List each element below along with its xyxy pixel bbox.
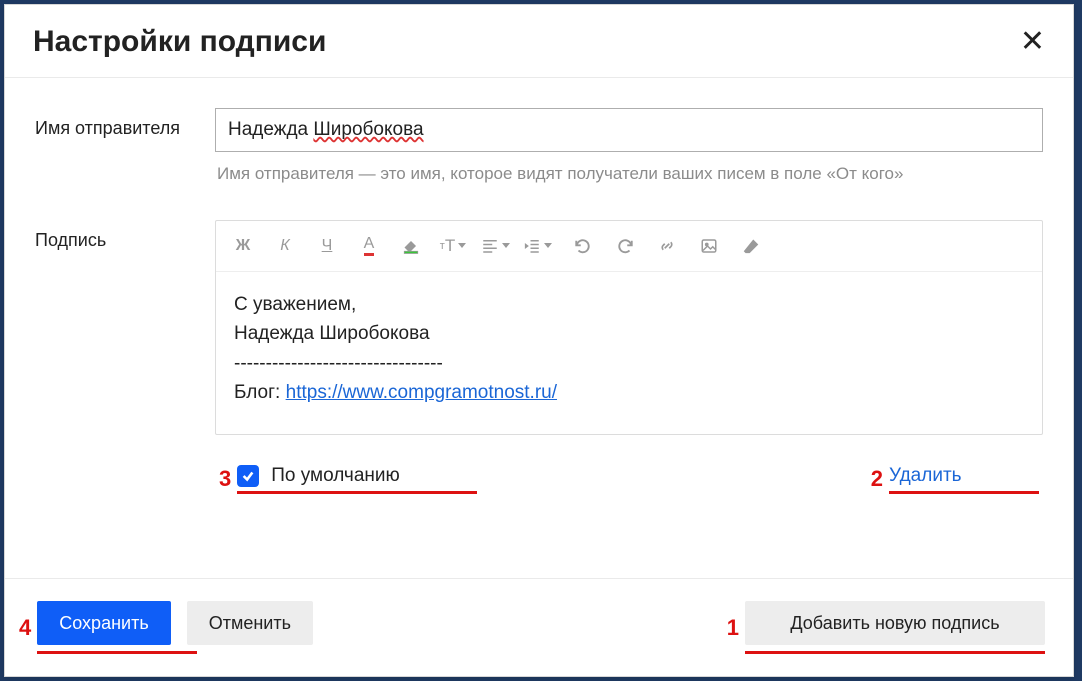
modal-title: Настройки подписи: [33, 25, 326, 59]
add-new-signature-button[interactable]: Добавить новую подпись: [745, 601, 1045, 645]
text-color-icon[interactable]: A: [348, 231, 390, 261]
align-icon[interactable]: [474, 231, 516, 261]
bold-icon[interactable]: Ж: [222, 231, 264, 261]
sender-name-hint: Имя отправителя — это имя, которое видят…: [215, 152, 1043, 210]
signature-blog-label: Блог:: [234, 382, 280, 403]
save-button[interactable]: Сохранить: [37, 601, 170, 645]
signature-line2: Надежда Широбокова: [234, 319, 1024, 348]
signature-editor: Ж К Ч A тТ: [215, 220, 1043, 435]
image-icon[interactable]: [688, 231, 730, 261]
annotation-2: 2: [871, 466, 883, 492]
signature-line1: С уважением,: [234, 290, 1024, 319]
editor-toolbar: Ж К Ч A тТ: [216, 221, 1042, 272]
italic-icon[interactable]: К: [264, 231, 306, 261]
annotation-3: 3: [219, 466, 231, 492]
font-size-icon[interactable]: тТ: [432, 231, 474, 261]
delete-signature-link[interactable]: Удалить: [889, 465, 962, 487]
close-icon[interactable]: ✕: [1020, 27, 1045, 57]
indent-icon[interactable]: [516, 231, 558, 261]
signature-blog-link[interactable]: https://www.compgramotnost.ru/: [286, 382, 557, 403]
signature-content[interactable]: С уважением, Надежда Широбокова --------…: [216, 272, 1042, 434]
cancel-button[interactable]: Отменить: [187, 601, 313, 645]
annotation-4: 4: [19, 615, 31, 641]
annotation-1: 1: [727, 615, 739, 641]
signature-divider: ---------------------------------: [234, 349, 1024, 378]
sender-first-name: Надежда: [228, 119, 308, 141]
default-checkbox-label[interactable]: По умолчанию: [271, 465, 400, 487]
undo-icon[interactable]: [562, 231, 604, 261]
link-icon[interactable]: [646, 231, 688, 261]
default-checkbox[interactable]: [237, 465, 259, 487]
sender-name-label: Имя отправителя: [35, 108, 215, 139]
modal-footer: 4 Сохранить Отменить 1 Добавить новую по…: [5, 578, 1073, 676]
signature-label: Подпись: [35, 220, 215, 251]
bg-color-icon[interactable]: [390, 231, 432, 261]
erase-icon[interactable]: [730, 231, 772, 261]
signature-settings-modal: Настройки подписи ✕ Имя отправителя Наде…: [4, 4, 1074, 677]
sender-name-input[interactable]: Надежда Широбокова: [215, 108, 1043, 152]
modal-header: Настройки подписи ✕: [5, 5, 1073, 78]
redo-icon[interactable]: [604, 231, 646, 261]
modal-body[interactable]: Имя отправителя Надежда Широбокова Имя о…: [5, 78, 1073, 578]
underline-icon[interactable]: Ч: [306, 231, 348, 261]
sender-last-name: Широбокова: [313, 119, 423, 141]
